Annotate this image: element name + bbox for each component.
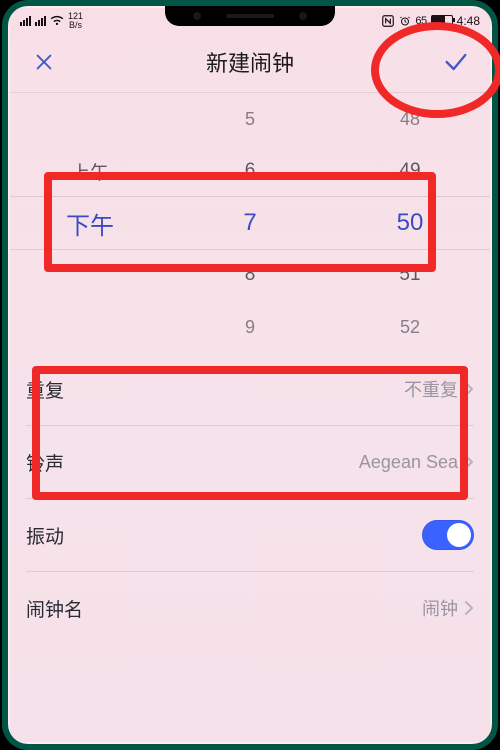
battery-pct: 65 [415,15,426,27]
confirm-button[interactable] [440,46,472,78]
close-icon [33,51,55,73]
name-row[interactable]: 闹钟名 闹钟 [26,572,474,644]
hour-selected: 7 [170,197,330,249]
time-picker[interactable]: 上午 下午 5 6 7 8 9 48 49 [10,93,490,353]
nfc-icon [381,14,395,28]
chevron-right-icon [464,600,474,616]
settings-list: 重复 不重复 铃声 Aegean Sea 振动 [10,353,490,644]
ringtone-row[interactable]: 铃声 Aegean Sea [26,426,474,499]
vibrate-row: 振动 [26,499,474,572]
chevron-right-icon [464,381,474,397]
signal-icon-1 [20,16,31,26]
alarm-icon [399,15,411,27]
ringtone-label: 铃声 [26,449,64,476]
net-rate: 121B/s [68,12,83,30]
vibrate-toggle[interactable] [422,520,474,550]
minute-wheel[interactable]: 48 49 50 51 52 [330,93,490,353]
repeat-label: 重复 [26,376,64,403]
minute-selected: 50 [330,197,490,249]
vibrate-label: 振动 [26,522,64,549]
ringtone-value: Aegean Sea [359,452,458,473]
page-title: 新建闹钟 [206,46,294,78]
chevron-right-icon [464,454,474,470]
wifi-icon [50,14,64,28]
title-bar: 新建闹钟 [10,32,490,93]
check-icon [442,48,470,76]
repeat-row[interactable]: 重复 不重复 [26,353,474,426]
repeat-value: 不重复 [404,376,458,402]
name-value: 闹钟 [422,595,458,621]
battery-icon [431,15,453,27]
ampm-wheel[interactable]: 上午 下午 [10,93,170,353]
ampm-selected: 下午 [10,197,170,249]
hour-wheel[interactable]: 5 6 7 8 9 [170,93,330,353]
signal-icon-2 [35,16,46,26]
status-time: 4:48 [457,14,480,28]
name-label: 闹钟名 [26,595,83,622]
close-button[interactable] [28,46,60,78]
